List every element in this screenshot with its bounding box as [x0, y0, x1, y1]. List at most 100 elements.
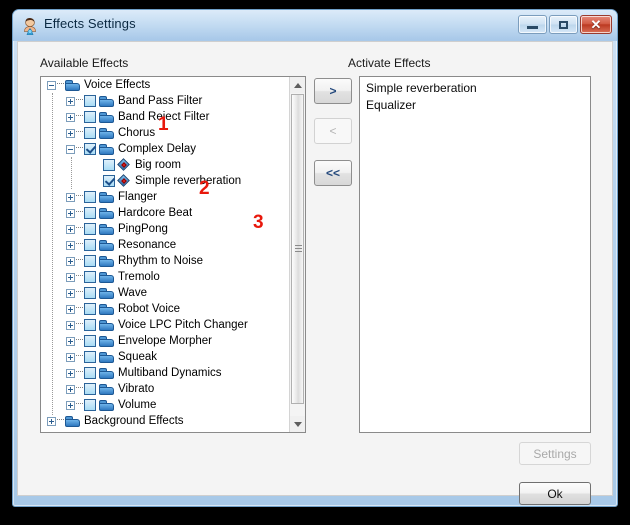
tree-item[interactable]: Simple reverberation	[41, 173, 289, 189]
tree-connector	[76, 371, 83, 373]
effect-checkbox[interactable]	[84, 287, 96, 299]
tree-item[interactable]: Wave	[41, 285, 289, 301]
annotation-number: 1	[158, 114, 169, 135]
effect-checkbox[interactable]	[84, 335, 96, 347]
effect-checkbox[interactable]	[103, 159, 115, 171]
add-effect-button[interactable]: >	[314, 78, 352, 104]
minimize-button[interactable]	[518, 15, 547, 34]
remove-effect-button[interactable]: <	[314, 118, 352, 144]
tree-item[interactable]: Rhythm to Noise	[41, 253, 289, 269]
expand-icon[interactable]	[66, 384, 75, 394]
effect-checkbox[interactable]	[84, 303, 96, 315]
folder-icon	[99, 351, 114, 363]
remove-effect-label: <	[329, 124, 337, 138]
expand-icon[interactable]	[66, 400, 75, 410]
available-effects-label: Available Effects	[40, 56, 129, 70]
effect-checkbox[interactable]	[84, 111, 96, 123]
tree-scrollbar[interactable]	[289, 77, 305, 432]
tree-item[interactable]: Resonance	[41, 237, 289, 253]
scrollbar-thumb[interactable]	[291, 94, 304, 404]
collapse-icon[interactable]	[66, 144, 75, 154]
expand-icon[interactable]	[66, 224, 75, 234]
tree-item[interactable]: Complex Delay	[41, 141, 289, 157]
folder-icon	[65, 79, 80, 91]
tree-connector	[57, 419, 64, 421]
tree-connector	[76, 195, 83, 197]
expand-icon[interactable]	[66, 288, 75, 298]
effect-checkbox[interactable]	[84, 367, 96, 379]
tree-item[interactable]: Voice Effects	[41, 77, 289, 93]
maximize-button[interactable]	[549, 15, 578, 34]
tree-item-label: Squeak	[118, 351, 158, 363]
ok-button-label: Ok	[547, 486, 563, 501]
tree-item-label: Envelope Morpher	[118, 335, 212, 347]
expand-icon[interactable]	[66, 112, 75, 122]
tree-item[interactable]: Background Effects	[41, 413, 289, 429]
ok-button[interactable]: Ok	[519, 482, 591, 505]
effect-checkbox[interactable]	[84, 271, 96, 283]
effect-checkbox[interactable]	[103, 175, 115, 187]
effect-checkbox[interactable]	[84, 207, 96, 219]
scroll-down-button[interactable]	[290, 416, 305, 432]
tree-item-label: Volume	[118, 399, 157, 411]
tree-item[interactable]: Robot Voice	[41, 301, 289, 317]
tree-item-label: Wave	[118, 287, 147, 299]
expand-icon[interactable]	[66, 272, 75, 282]
expand-icon[interactable]	[66, 336, 75, 346]
tree-item[interactable]: Flanger	[41, 189, 289, 205]
tree-item[interactable]: PingPong	[41, 221, 289, 237]
tree-connector	[76, 243, 83, 245]
effect-checkbox[interactable]	[84, 319, 96, 331]
tree-connector	[76, 307, 83, 309]
activate-effects-list[interactable]: Simple reverberation Equalizer	[359, 76, 591, 433]
available-effects-tree[interactable]: Voice Effects Band Pass Filter Band Reject…	[40, 76, 306, 433]
tree-item[interactable]: Squeak	[41, 349, 289, 365]
effect-checkbox[interactable]	[84, 95, 96, 107]
effect-checkbox[interactable]	[84, 255, 96, 267]
tree-item[interactable]: Big room	[41, 157, 289, 173]
folder-icon	[99, 223, 114, 235]
tree-item[interactable]: Vibrato	[41, 381, 289, 397]
tree-item[interactable]: Band Pass Filter	[41, 93, 289, 109]
effect-checkbox[interactable]	[84, 399, 96, 411]
tree-item[interactable]: Hardcore Beat	[41, 205, 289, 221]
effect-checkbox[interactable]	[84, 351, 96, 363]
expand-icon[interactable]	[66, 128, 75, 138]
app-avatar-icon	[21, 17, 39, 35]
expand-icon[interactable]	[47, 416, 56, 426]
effect-checkbox[interactable]	[84, 143, 96, 155]
remove-all-effects-button[interactable]: <<	[314, 160, 352, 186]
expand-icon[interactable]	[66, 320, 75, 330]
expand-icon[interactable]	[66, 192, 75, 202]
close-button[interactable]: ✕	[580, 15, 612, 34]
scroll-up-button[interactable]	[290, 77, 305, 93]
effect-checkbox[interactable]	[84, 383, 96, 395]
list-item[interactable]: Equalizer	[360, 97, 590, 114]
collapse-icon[interactable]	[47, 80, 56, 90]
folder-icon	[99, 239, 114, 251]
diamond-icon	[117, 157, 131, 172]
tree-item-label: Voice Effects	[84, 79, 151, 91]
expand-icon[interactable]	[66, 256, 75, 266]
effect-checkbox[interactable]	[84, 191, 96, 203]
tree-item[interactable]: Voice LPC Pitch Changer	[41, 317, 289, 333]
settings-button[interactable]: Settings	[519, 442, 591, 465]
expand-icon[interactable]	[66, 304, 75, 314]
tree-item[interactable]: Tremolo	[41, 269, 289, 285]
tree-connector	[76, 355, 83, 357]
minimize-icon	[527, 26, 538, 29]
effect-checkbox[interactable]	[84, 127, 96, 139]
effect-checkbox[interactable]	[84, 223, 96, 235]
expand-icon[interactable]	[66, 96, 75, 106]
expand-icon[interactable]	[66, 352, 75, 362]
title-bar[interactable]: Effects Settings ✕	[13, 10, 617, 41]
tree-item[interactable]: Volume	[41, 397, 289, 413]
effect-checkbox[interactable]	[84, 239, 96, 251]
tree-item[interactable]: Envelope Morpher	[41, 333, 289, 349]
tree-item[interactable]: Multiband Dynamics	[41, 365, 289, 381]
expand-icon[interactable]	[66, 240, 75, 250]
expand-icon[interactable]	[66, 208, 75, 218]
expand-icon[interactable]	[66, 368, 75, 378]
tree-connector	[76, 387, 83, 389]
list-item[interactable]: Simple reverberation	[360, 80, 590, 97]
